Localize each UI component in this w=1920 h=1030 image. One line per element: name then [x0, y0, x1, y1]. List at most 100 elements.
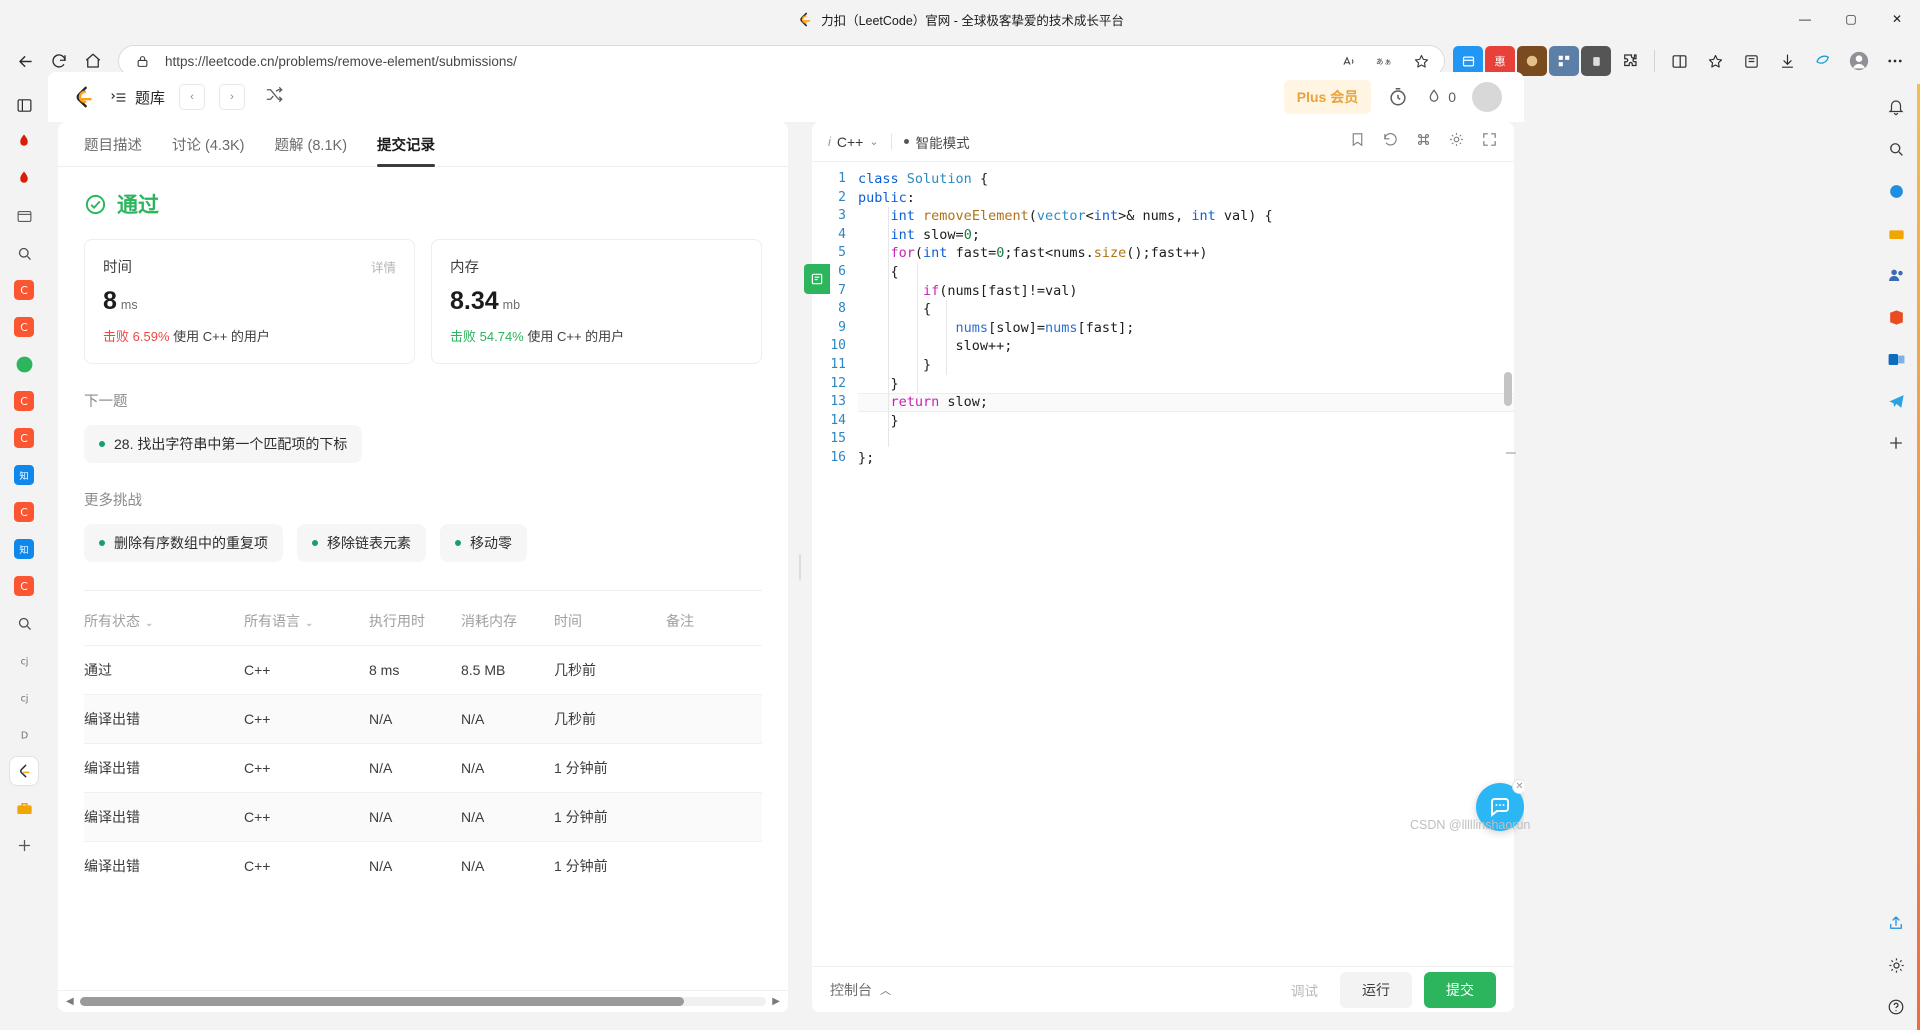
challenge-chip-2[interactable]: 移除链表元素: [297, 524, 426, 562]
floating-editor-toggle[interactable]: [804, 264, 830, 294]
rail-add-right-icon[interactable]: [1881, 428, 1911, 458]
browser-essentials-icon[interactable]: [1806, 44, 1840, 78]
smart-mode-toggle[interactable]: 智能模式: [903, 132, 970, 152]
editor-vertical-scrollbar[interactable]: [1504, 372, 1512, 406]
challenge-chip-1[interactable]: 删除有序数组中的重复项: [84, 524, 283, 562]
shortcuts-icon[interactable]: [1415, 131, 1432, 153]
profile-icon[interactable]: [1842, 44, 1876, 78]
rail-leetcode-active-icon[interactable]: [9, 756, 39, 786]
code-area[interactable]: 1 2 3 4 5 6 7 8 9 10 11 12 13 14 15 16 c…: [812, 162, 1514, 966]
translate-icon[interactable]: あぁ: [1372, 48, 1398, 74]
minimize-button[interactable]: —: [1782, 0, 1828, 38]
site-info-lock-icon[interactable]: [129, 48, 155, 74]
extension-grid-icon[interactable]: [1549, 46, 1579, 76]
back-arrow-icon[interactable]: [8, 44, 42, 78]
console-toggle[interactable]: 控制台 ︿: [830, 980, 891, 1000]
rail-reading-list-icon[interactable]: [9, 201, 39, 231]
rail-search2-icon[interactable]: [9, 608, 39, 638]
rail-m365-icon[interactable]: [1881, 302, 1911, 332]
horizontal-scrollbar[interactable]: ◀ ▶: [58, 990, 788, 1012]
streak-counter[interactable]: 0: [1425, 88, 1456, 106]
col-language[interactable]: 所有语言 ⌄: [244, 591, 369, 646]
rail-copilot-icon[interactable]: [1881, 176, 1911, 206]
prev-problem-button[interactable]: ‹: [179, 84, 206, 110]
row-status[interactable]: 编译出错: [84, 694, 244, 744]
table-row[interactable]: 编译出错 C++ N/A N/A 1 分钟前: [84, 841, 762, 890]
plus-member-button[interactable]: Plus 会员: [1283, 80, 1372, 114]
debug-button[interactable]: 调试: [1281, 973, 1328, 1007]
collections-bar-icon[interactable]: [1734, 44, 1768, 78]
puzzle-icon[interactable]: [1613, 44, 1647, 78]
rail-app-huawei2-icon[interactable]: [9, 164, 39, 194]
fullscreen-icon[interactable]: [1481, 131, 1498, 153]
table-row[interactable]: 编译出错 C++ N/A N/A 几秒前: [84, 694, 762, 744]
add-favorite-star-icon[interactable]: [1408, 48, 1434, 74]
notifications-bell-icon[interactable]: [1881, 92, 1911, 122]
extension-badge-icon[interactable]: [1517, 46, 1547, 76]
rail-briefcase-icon[interactable]: [9, 793, 39, 823]
rail-zhihu-icon-2[interactable]: 知: [9, 534, 39, 564]
tab-solutions[interactable]: 题解 (8.1K): [275, 134, 348, 166]
reset-history-icon[interactable]: [1382, 131, 1399, 153]
settings-gear-icon[interactable]: [1448, 131, 1465, 153]
rail-csdn-icon-2[interactable]: C: [9, 312, 39, 342]
rail-add-icon[interactable]: [9, 830, 39, 860]
tab-discussion[interactable]: 讨论 (4.3K): [172, 134, 245, 166]
rail-outlook-icon[interactable]: [1881, 344, 1911, 374]
user-avatar[interactable]: [1472, 82, 1502, 112]
language-selector[interactable]: i C++ ⌄: [828, 134, 879, 150]
runtime-detail-link[interactable]: 详情: [371, 257, 396, 276]
col-status[interactable]: 所有状态 ⌄: [84, 591, 244, 646]
row-status[interactable]: 编译出错: [84, 841, 244, 890]
rail-people-icon[interactable]: [1881, 260, 1911, 290]
scroll-right-arrow-icon[interactable]: ▶: [772, 996, 780, 1007]
rail-cj-icon-1[interactable]: cj: [9, 645, 39, 675]
challenge-chip-3[interactable]: 移动零: [440, 524, 527, 562]
table-row[interactable]: 编译出错 C++ N/A N/A 1 分钟前: [84, 792, 762, 842]
shuffle-icon[interactable]: [265, 85, 284, 109]
submit-button[interactable]: 提交: [1424, 971, 1496, 1008]
next-problem-button[interactable]: ›: [219, 84, 246, 110]
rail-csdn-icon-6[interactable]: C: [9, 571, 39, 601]
scroll-track[interactable]: [79, 997, 767, 1006]
timer-icon[interactable]: [1387, 86, 1409, 108]
leetcode-logo[interactable]: [70, 84, 96, 110]
bookmark-icon[interactable]: [1349, 131, 1366, 153]
close-button[interactable]: ✕: [1874, 0, 1920, 38]
favorites-icon[interactable]: [1698, 44, 1732, 78]
rail-settings-icon[interactable]: [1881, 950, 1911, 980]
read-aloud-icon[interactable]: [1336, 48, 1362, 74]
scroll-thumb[interactable]: [79, 997, 684, 1006]
row-status[interactable]: 编译出错: [84, 743, 244, 793]
rail-leetcode-icon[interactable]: [9, 349, 39, 379]
rail-telegram-icon[interactable]: [1881, 386, 1911, 416]
rail-d-icon[interactable]: D: [9, 719, 39, 749]
tab-description[interactable]: 题目描述: [84, 134, 142, 166]
rail-help-icon[interactable]: [1881, 992, 1911, 1022]
tab-submissions[interactable]: 提交记录: [377, 134, 436, 167]
rail-csdn-icon-5[interactable]: C: [9, 497, 39, 527]
chat-close-icon[interactable]: ✕: [1512, 779, 1524, 794]
rail-csdn-icon-4[interactable]: C: [9, 423, 39, 453]
downloads-icon[interactable]: [1770, 44, 1804, 78]
maximize-button[interactable]: ▢: [1828, 0, 1874, 38]
table-row[interactable]: 通过 C++ 8 ms 8.5 MB 几秒前: [84, 645, 762, 695]
rail-cj-icon-2[interactable]: cj: [9, 682, 39, 712]
rail-search-icon[interactable]: [9, 238, 39, 268]
rail-search-right-icon[interactable]: [1881, 134, 1911, 164]
run-button[interactable]: 运行: [1340, 971, 1412, 1008]
rail-csdn-icon-1[interactable]: C: [9, 275, 39, 305]
scroll-left-arrow-icon[interactable]: ◀: [66, 996, 74, 1007]
rail-csdn-icon-3[interactable]: C: [9, 386, 39, 416]
row-status[interactable]: 编译出错: [84, 792, 244, 842]
next-problem-chip[interactable]: 28. 找出字符串中第一个匹配项的下标: [84, 425, 363, 463]
settings-more-icon[interactable]: [1878, 44, 1912, 78]
problem-list-button[interactable]: 题库: [110, 87, 165, 108]
table-row[interactable]: 编译出错 C++ N/A N/A 1 分钟前: [84, 743, 762, 793]
extension-dark-icon[interactable]: [1581, 46, 1611, 76]
rail-share-icon[interactable]: [1881, 908, 1911, 938]
pane-splitter[interactable]: [796, 122, 804, 1012]
code-lines[interactable]: class Solution { public: int removeEleme…: [858, 170, 1514, 468]
split-screen-icon[interactable]: [1662, 44, 1696, 78]
rail-app-huawei-icon[interactable]: [9, 127, 39, 157]
